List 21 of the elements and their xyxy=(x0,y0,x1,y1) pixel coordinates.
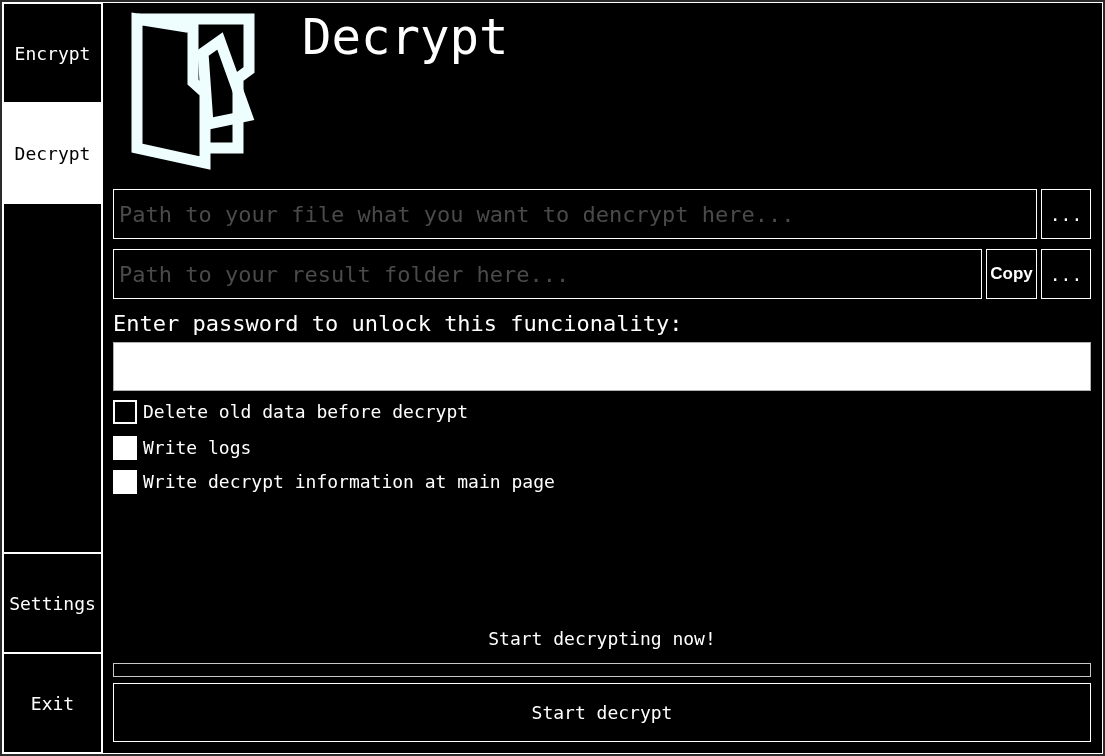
sidebar-item[interactable]: Encrypt xyxy=(3,3,102,103)
password-label: Enter password to unlock this funcionality: xyxy=(113,311,683,337)
password-field[interactable] xyxy=(113,342,1091,391)
status-text: Start decrypting now! xyxy=(488,627,716,651)
checkbox[interactable] xyxy=(113,400,137,424)
checkbox-label: Delete old data before decrypt xyxy=(143,400,469,424)
copy-button[interactable]: Copy xyxy=(986,249,1037,299)
page-title: Decrypt xyxy=(302,9,509,67)
sidebar-item[interactable]: Exit xyxy=(3,653,102,753)
file-path-field[interactable]: Path to your file what you want to dencrypt here... xyxy=(113,189,1037,239)
sidebar-item[interactable]: Settings xyxy=(3,553,102,653)
checkbox[interactable] xyxy=(113,470,137,494)
start-decrypt-button[interactable]: Start decrypt xyxy=(113,683,1091,742)
sidebar-item[interactable]: Decrypt xyxy=(3,103,102,203)
checkbox[interactable] xyxy=(113,436,137,460)
browse-file-button[interactable]: ... xyxy=(1041,189,1091,239)
door-logo-icon xyxy=(130,12,256,172)
result-folder-field[interactable]: Path to your result folder here... xyxy=(113,249,982,299)
browse-folder-button[interactable]: ... xyxy=(1041,249,1091,299)
checkbox-label: Write decrypt information at main page xyxy=(143,470,555,494)
checkbox-label: Write logs xyxy=(143,436,252,460)
